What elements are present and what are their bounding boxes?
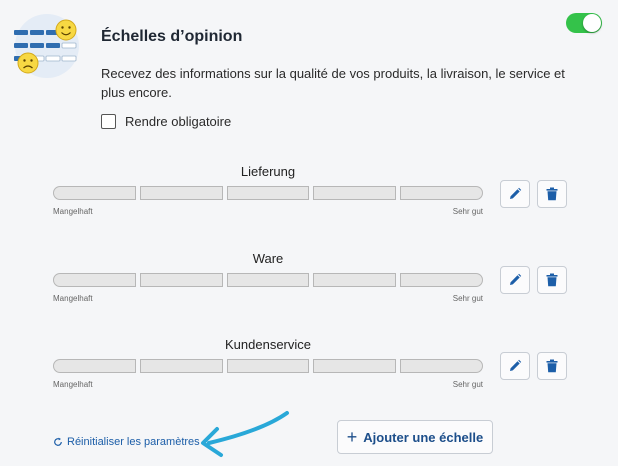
pencil-icon [510, 187, 522, 199]
scale-high-label: Sehr gut [452, 294, 483, 303]
scale-ware: Ware Mangelhaft Sehr gut [53, 251, 483, 311]
reset-settings-label: Réinitialiser les paramètres [67, 436, 200, 448]
scale-segment [313, 186, 397, 200]
scale-segment [400, 186, 483, 200]
section-title: Échelles d’opinion [101, 28, 243, 45]
refresh-icon [54, 437, 62, 446]
required-label: Rendre obligatoire [125, 114, 232, 129]
edit-scale-button[interactable] [500, 180, 530, 208]
required-checkbox[interactable] [101, 114, 116, 129]
delete-scale-button[interactable] [537, 180, 567, 208]
add-scale-button[interactable]: + Ajouter une échelle [337, 420, 493, 454]
scale-bar [53, 359, 483, 373]
toggle-knob [583, 14, 601, 32]
scale-bar [53, 186, 483, 200]
scale-title: Lieferung [240, 164, 296, 179]
plus-icon: + [346, 427, 358, 447]
scale-high-label: Sehr gut [452, 380, 483, 389]
scale-lieferung: Lieferung Mangelhaft Sehr gut [53, 164, 483, 224]
scale-segment [313, 273, 397, 287]
scale-high-label: Sehr gut [452, 207, 483, 216]
scale-kundenservice: Kundenservice Mangelhaft Sehr gut [53, 337, 483, 397]
scale-title: Kundenservice [225, 337, 311, 352]
scale-segment [226, 359, 310, 373]
annotation-arrow-icon [201, 411, 289, 457]
scale-segment [53, 359, 136, 373]
scale-segment [400, 273, 483, 287]
opinion-scale-icon [14, 14, 79, 78]
scale-segment [226, 273, 310, 287]
scale-segment [139, 273, 223, 287]
scale-low-label: Mangelhaft [53, 380, 93, 389]
trash-icon [546, 359, 558, 373]
trash-icon [546, 187, 558, 201]
scale-segment [226, 186, 310, 200]
reset-settings-link[interactable]: Réinitialiser les paramètres [53, 436, 200, 448]
scale-segment [53, 186, 136, 200]
scale-low-label: Mangelhaft [53, 207, 93, 216]
scale-segment [313, 359, 397, 373]
scale-title: Ware [252, 251, 284, 266]
scale-segment [53, 273, 136, 287]
required-option[interactable]: Rendre obligatoire [101, 114, 231, 129]
pencil-icon [510, 273, 522, 285]
trash-icon [546, 273, 558, 287]
edit-scale-button[interactable] [500, 266, 530, 294]
add-scale-label: Ajouter une échelle [363, 429, 484, 445]
delete-scale-button[interactable] [537, 266, 567, 294]
scale-segment [400, 359, 483, 373]
enable-toggle[interactable] [566, 13, 602, 33]
scale-segment [139, 186, 223, 200]
scale-segment [139, 359, 223, 373]
scale-low-label: Mangelhaft [53, 294, 93, 303]
edit-scale-button[interactable] [500, 352, 530, 380]
section-description: Recevez des informations sur la qualité … [101, 66, 565, 100]
delete-scale-button[interactable] [537, 352, 567, 380]
scale-bar [53, 273, 483, 287]
pencil-icon [510, 359, 522, 371]
